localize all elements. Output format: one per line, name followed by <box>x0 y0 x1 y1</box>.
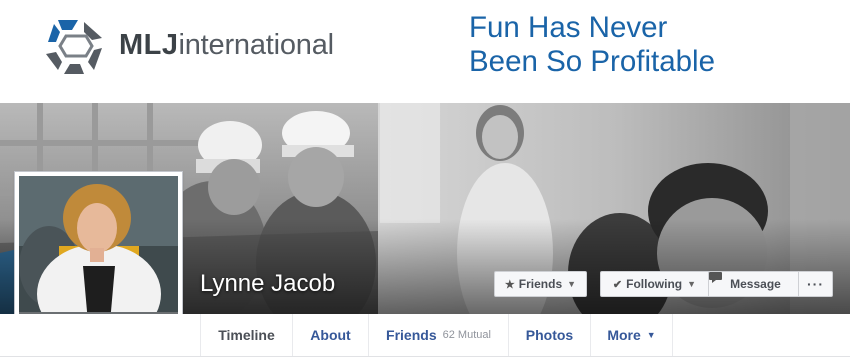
ad-banner[interactable]: MLJinternational Fun Has Never Been So P… <box>0 0 850 103</box>
logo-rest: international <box>178 29 335 61</box>
star-icon: ★ <box>504 278 515 291</box>
message-button[interactable]: Message <box>708 271 799 297</box>
more-options-button[interactable]: ··· <box>798 271 833 297</box>
following-button[interactable]: ✔ Following ▼ <box>600 271 709 297</box>
tab-label: About <box>310 327 351 343</box>
tab-friends[interactable]: Friends 62 Mutual <box>368 314 508 356</box>
chevron-down-icon: ▼ <box>646 330 656 340</box>
logo-bold: MLJ <box>119 29 179 61</box>
tab-label: More <box>607 327 641 343</box>
tab-timeline[interactable]: Timeline <box>200 314 292 356</box>
profile-name[interactable]: Lynne Jacob <box>200 270 335 298</box>
tab-label: Timeline <box>218 327 275 343</box>
chevron-down-icon: ▼ <box>687 279 697 289</box>
check-icon: ✔ <box>612 278 623 291</box>
friends-button[interactable]: ★ Friends ▼ <box>494 271 587 297</box>
tab-more[interactable]: More ▼ <box>590 314 673 356</box>
following-button-label: Following <box>626 277 683 291</box>
profile-nav-bar: Timeline About Friends 62 Mutual Photos … <box>0 314 850 357</box>
chevron-down-icon: ▼ <box>567 279 577 289</box>
tab-about[interactable]: About <box>292 314 368 356</box>
banner-tagline: Fun Has Never Been So Profitable <box>469 11 715 79</box>
mutual-friends-count: 62 Mutual <box>442 329 491 341</box>
tab-label: Friends <box>386 327 437 343</box>
tab-label: Photos <box>525 327 574 343</box>
mlj-logo-mark <box>46 20 102 74</box>
profile-photo-image <box>19 176 178 334</box>
tagline-line-2: Been So Profitable <box>469 45 715 78</box>
friends-button-label: Friends <box>518 277 563 291</box>
tab-photos[interactable]: Photos <box>508 314 590 356</box>
message-button-label: Message <box>730 277 781 291</box>
tagline-line-1: Fun Has Never <box>469 11 668 44</box>
company-logo-text: MLJinternational <box>119 29 334 62</box>
